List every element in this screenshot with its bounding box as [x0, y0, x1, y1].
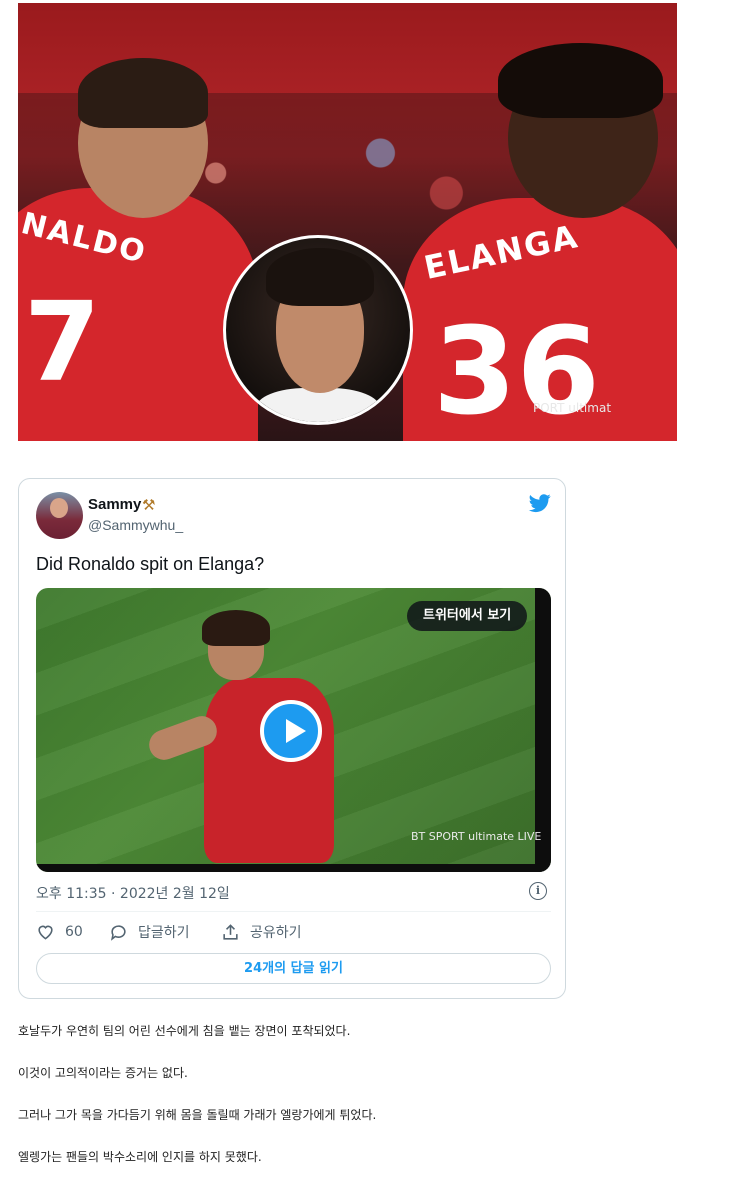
info-icon[interactable]: i	[529, 882, 547, 900]
tweet-text: Did Ronaldo spit on Elanga?	[36, 554, 265, 574]
reply-label: 답글하기	[138, 925, 190, 941]
broadcaster-watermark: PORT ultimat	[533, 401, 612, 415]
left-jersey-number: 7	[24, 278, 101, 406]
article-paragraph: 엘렝가는 팬들의 박수소리에 인지를 하지 못했다.	[18, 1150, 262, 1164]
portrait-inset	[223, 235, 413, 425]
author-handle[interactable]: @Sammywhu_	[88, 517, 183, 533]
play-button[interactable]	[260, 700, 322, 762]
view-on-twitter-button[interactable]: 트위터에서 보기	[407, 601, 528, 631]
read-replies-button[interactable]: 24개의 답글 읽기	[36, 953, 551, 984]
like-button[interactable]: 60	[36, 922, 83, 941]
author-name[interactable]: Sammy	[88, 496, 141, 513]
article-paragraph: 그러나 그가 목을 가다듬기 위해 몸을 돌릴때 가래가 엘랑가에게 튀었다.	[18, 1108, 377, 1122]
heart-icon	[38, 925, 53, 940]
share-label: 공유하기	[250, 925, 302, 941]
like-count: 60	[65, 923, 83, 940]
avatar[interactable]	[36, 492, 83, 539]
tweet-timestamp[interactable]: 오후 11:35 · 2022년 2월 12일	[36, 883, 230, 903]
tweet-media[interactable]: BT SPORT ultimate LIVE 트위터에서 보기	[36, 588, 551, 872]
media-broadcaster-logo: BT SPORT ultimate LIVE	[411, 830, 542, 843]
twitter-bird-icon[interactable]	[527, 492, 553, 514]
hammers-icon: ⚒	[142, 496, 156, 514]
right-jersey-number: 36	[433, 303, 600, 441]
share-button[interactable]: 공유하기	[221, 922, 302, 942]
divider	[36, 911, 551, 912]
tweet-card[interactable]: Sammy ⚒ @Sammywhu_ Did Ronaldo spit on E…	[18, 478, 566, 999]
article-paragraph: 호날두가 우연히 팀의 어린 선수에게 침을 뱉는 장면이 포착되었다.	[18, 1024, 351, 1038]
share-icon	[223, 923, 238, 940]
reply-button[interactable]: 답글하기	[109, 922, 190, 942]
article-paragraph: 이것이 고의적이라는 증거는 없다.	[18, 1066, 188, 1080]
reply-bubble-icon	[110, 924, 126, 941]
